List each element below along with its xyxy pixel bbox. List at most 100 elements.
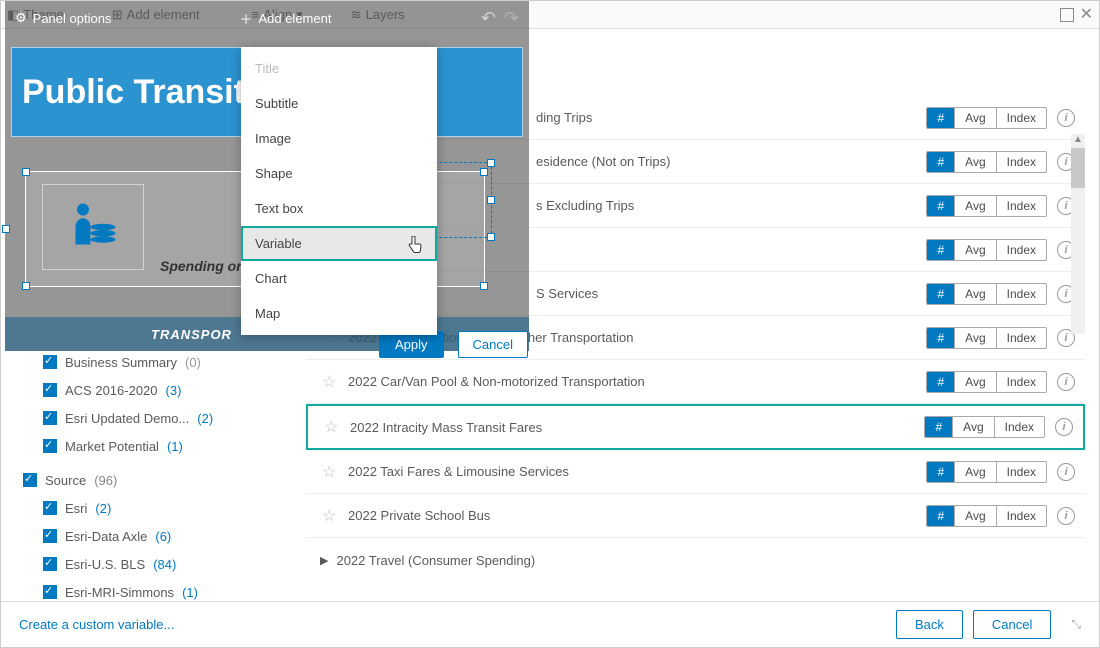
filter-count[interactable]: (1) — [182, 585, 198, 600]
filter-count[interactable]: (3) — [166, 383, 182, 398]
dropdown-item-subtitle[interactable]: Subtitle — [241, 86, 437, 121]
filter-source[interactable]: Source (96) — [23, 469, 293, 491]
metric-avg[interactable]: Avg — [954, 372, 995, 392]
scroll-up-arrow[interactable]: ▲ — [1071, 134, 1085, 148]
metric-hash[interactable]: # — [927, 462, 954, 482]
checkbox-icon[interactable] — [43, 439, 57, 453]
metric-index[interactable]: Index — [996, 108, 1046, 128]
redo-icon[interactable]: ↷ — [504, 8, 519, 29]
cancel-button-inline[interactable]: Cancel — [458, 331, 528, 358]
filter-count[interactable]: (1) — [167, 439, 183, 454]
panel-options-menu[interactable]: ⚙ Panel options — [15, 10, 111, 26]
filter-esri-mri-simmons[interactable]: Esri-MRI-Simmons (1) — [23, 581, 293, 603]
variable-row[interactable]: ☆ 2022 Taxi Fares & Limousine Services #… — [306, 450, 1085, 494]
filter-count[interactable]: (84) — [153, 557, 176, 572]
filter-esri-updated-demo[interactable]: Esri Updated Demo... (2) — [23, 407, 293, 429]
metric-avg[interactable]: Avg — [954, 108, 995, 128]
dropdown-item-shape[interactable]: Shape — [241, 156, 437, 191]
filter-esri-us-bls[interactable]: Esri-U.S. BLS (84) — [23, 553, 293, 575]
checkbox-icon[interactable] — [43, 383, 57, 397]
star-icon[interactable]: ☆ — [322, 506, 338, 526]
variable-row-highlighted[interactable]: ☆ 2022 Intracity Mass Transit Fares #Avg… — [306, 404, 1085, 450]
metric-hash[interactable]: # — [927, 196, 954, 216]
metric-group: # Avg Index — [926, 107, 1047, 129]
metric-hash[interactable]: # — [927, 152, 954, 172]
filter-label: Esri Updated Demo... — [65, 411, 189, 426]
undo-redo-group: ↶ ↷ — [481, 8, 519, 29]
scroll-thumb[interactable] — [1071, 148, 1085, 188]
filter-label: Esri-U.S. BLS — [65, 557, 145, 572]
variable-row[interactable]: ☆ 2022 Private School Bus #AvgIndex i — [306, 494, 1085, 538]
metric-avg[interactable]: Avg — [954, 152, 995, 172]
star-icon[interactable]: ☆ — [322, 462, 338, 482]
metric-avg[interactable]: Avg — [954, 328, 995, 348]
close-icon[interactable]: ✕ — [1080, 7, 1093, 23]
filter-business-summary[interactable]: Business Summary (0) — [23, 351, 293, 373]
filter-market-potential[interactable]: Market Potential (1) — [23, 435, 293, 457]
variable-row[interactable]: ☆ 2022 Car/Van Pool & Non-motorized Tran… — [306, 360, 1085, 404]
info-icon[interactable]: i — [1057, 109, 1075, 127]
add-element-menu[interactable]: ＋ Add element — [239, 9, 331, 28]
metric-index[interactable]: Index — [996, 240, 1046, 260]
checkbox-icon[interactable] — [43, 557, 57, 571]
filter-count[interactable]: (2) — [95, 501, 111, 516]
metric-avg[interactable]: Avg — [954, 506, 995, 526]
checkbox-icon[interactable] — [23, 473, 37, 487]
metric-avg[interactable]: Avg — [954, 462, 995, 482]
metric-index[interactable]: Index — [994, 417, 1044, 437]
info-icon[interactable]: i — [1057, 463, 1075, 481]
metric-avg[interactable]: Avg — [954, 196, 995, 216]
dropdown-item-image[interactable]: Image — [241, 121, 437, 156]
apply-button[interactable]: Apply — [379, 331, 444, 358]
metric-hash[interactable]: # — [927, 328, 954, 348]
metric-avg[interactable]: Avg — [954, 240, 995, 260]
cancel-button[interactable]: Cancel — [973, 610, 1051, 639]
dropdown-item-textbox[interactable]: Text box — [241, 191, 437, 226]
star-icon[interactable]: ☆ — [324, 417, 340, 437]
undo-icon[interactable]: ↶ — [481, 8, 496, 29]
expand-row-travel[interactable]: ▶ 2022 Travel (Consumer Spending) — [306, 538, 1085, 582]
metric-hash[interactable]: # — [927, 284, 954, 304]
title-banner-text: Public Transit P — [22, 73, 277, 112]
metric-index[interactable]: Index — [996, 372, 1046, 392]
checkbox-icon[interactable] — [43, 355, 57, 369]
metric-index[interactable]: Index — [996, 152, 1046, 172]
metric-hash[interactable]: # — [927, 240, 954, 260]
metric-index[interactable]: Index — [996, 462, 1046, 482]
metric-index[interactable]: Index — [996, 196, 1046, 216]
metric-index[interactable]: Index — [996, 506, 1046, 526]
checkbox-icon[interactable] — [43, 529, 57, 543]
metric-hash[interactable]: # — [927, 372, 954, 392]
metric-hash[interactable]: # — [927, 108, 954, 128]
maximize-icon[interactable] — [1060, 8, 1074, 22]
dropdown-item-variable[interactable]: Variable — [241, 226, 437, 261]
info-icon[interactable]: i — [1057, 373, 1075, 391]
checkbox-icon[interactable] — [43, 411, 57, 425]
vertical-scrollbar[interactable]: ▲ — [1071, 134, 1085, 334]
filter-count[interactable]: (2) — [197, 411, 213, 426]
metric-avg[interactable]: Avg — [954, 284, 995, 304]
metric-index[interactable]: Index — [996, 328, 1046, 348]
resize-grip-icon[interactable]: ⤡ — [1071, 617, 1081, 632]
dropdown-item-variable-label: Variable — [255, 236, 302, 251]
filter-count[interactable]: (6) — [155, 529, 171, 544]
metric-index[interactable]: Index — [996, 284, 1046, 304]
filter-esri[interactable]: Esri (2) — [23, 497, 293, 519]
metric-hash[interactable]: # — [927, 506, 954, 526]
plus-icon: ＋ — [239, 9, 252, 28]
filter-acs-2016-2020[interactable]: ACS 2016-2020 (3) — [23, 379, 293, 401]
filter-esri-data-axle[interactable]: Esri-Data Axle (6) — [23, 525, 293, 547]
checkbox-icon[interactable] — [43, 585, 57, 599]
metric-hash[interactable]: # — [925, 417, 952, 437]
info-icon[interactable]: i — [1057, 507, 1075, 525]
caret-right-icon: ▶ — [320, 554, 328, 567]
filter-label: Source — [45, 473, 86, 488]
metric-avg[interactable]: Avg — [952, 417, 993, 437]
create-custom-variable-link[interactable]: Create a custom variable... — [19, 617, 174, 632]
checkbox-icon[interactable] — [43, 501, 57, 515]
back-button[interactable]: Back — [896, 610, 963, 639]
dropdown-item-chart[interactable]: Chart — [241, 261, 437, 296]
dropdown-item-map[interactable]: Map — [241, 296, 437, 331]
star-icon[interactable]: ☆ — [322, 372, 338, 392]
info-icon[interactable]: i — [1055, 418, 1073, 436]
